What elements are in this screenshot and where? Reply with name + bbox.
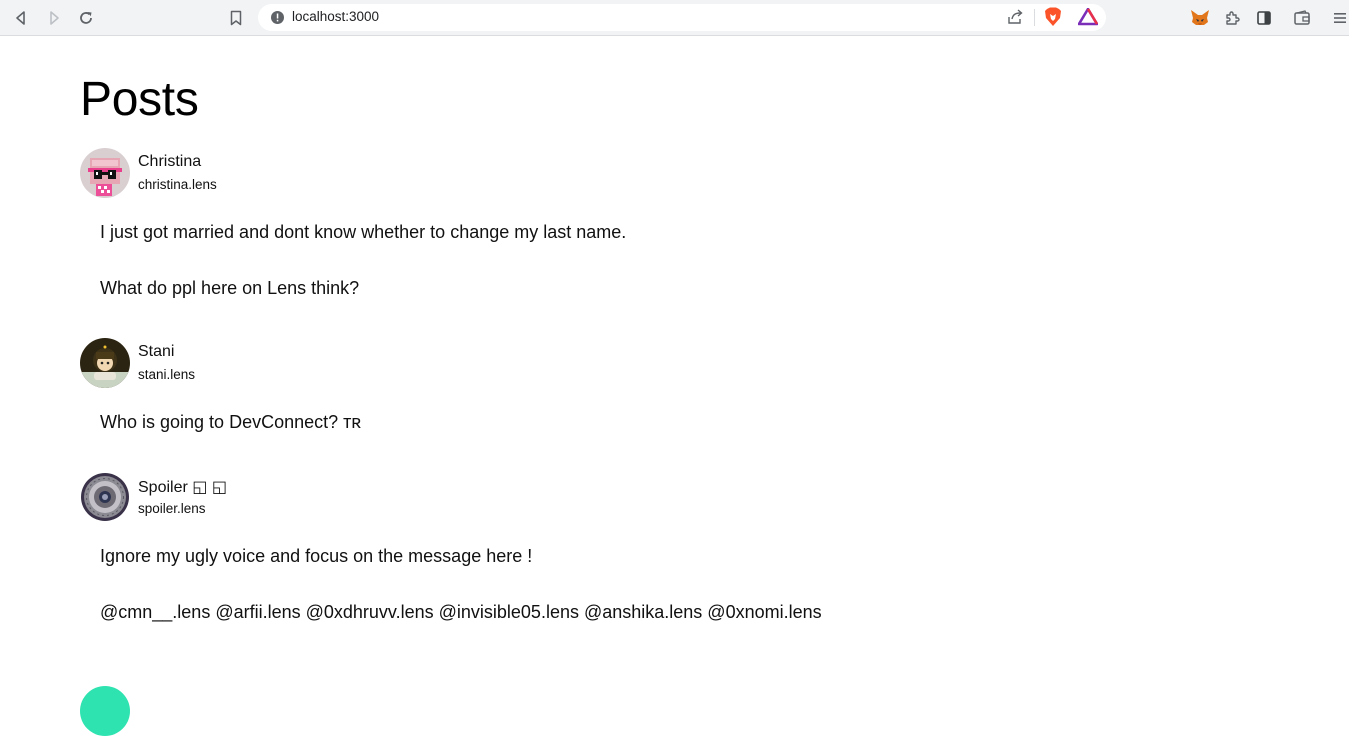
address-bar[interactable]: localhost:3000 (258, 4, 1106, 31)
post-paragraph: @cmn__.lens @arfii.lens @0xdhruvv.lens @… (100, 602, 822, 622)
post-paragraph: Who is going to DevConnect? ᴛʀ (100, 412, 362, 432)
sidebar-icon[interactable] (1253, 7, 1275, 29)
metamask-icon[interactable] (1189, 7, 1211, 29)
wallet-icon[interactable] (1291, 7, 1313, 29)
post-content: Who is going to DevConnect? ᴛʀ (100, 408, 361, 436)
avatar[interactable] (80, 148, 130, 198)
author-name[interactable]: Spoiler ◱ ◱ (138, 477, 227, 497)
avatar[interactable] (80, 686, 130, 736)
address-bar-divider (1034, 9, 1035, 26)
browser-toolbar: localhost:3000 (0, 0, 1349, 36)
bookmark-icon[interactable] (225, 7, 247, 29)
url-text[interactable]: localhost:3000 (292, 9, 379, 24)
menu-icon[interactable] (1329, 7, 1349, 29)
post-paragraph: What do ppl here on Lens think? (100, 278, 360, 298)
site-info-icon[interactable] (270, 10, 285, 25)
reload-icon[interactable] (75, 7, 97, 29)
post-content: Ignore my ugly voice and focus on the me… (100, 542, 822, 626)
author-handle[interactable]: christina.lens (138, 177, 217, 192)
brave-shields-icon[interactable] (1044, 7, 1062, 32)
avatar[interactable] (80, 338, 130, 388)
author-handle[interactable]: stani.lens (138, 367, 195, 382)
forward-icon[interactable] (43, 7, 65, 29)
author-name[interactable]: Christina (138, 153, 201, 171)
post-paragraph: I just got married and dont know whether… (100, 222, 627, 242)
post-paragraph: Ignore my ugly voice and focus on the me… (100, 546, 533, 566)
back-icon[interactable] (10, 7, 32, 29)
page-title: Posts (80, 73, 199, 126)
author-name[interactable]: Stani (138, 343, 174, 361)
share-icon[interactable] (1006, 8, 1024, 31)
extensions-icon[interactable] (1221, 7, 1243, 29)
author-handle[interactable]: spoiler.lens (138, 501, 206, 516)
post-content: I just got married and dont know whether… (100, 218, 626, 302)
avatar[interactable] (80, 472, 130, 522)
brave-rewards-icon[interactable] (1077, 7, 1099, 31)
